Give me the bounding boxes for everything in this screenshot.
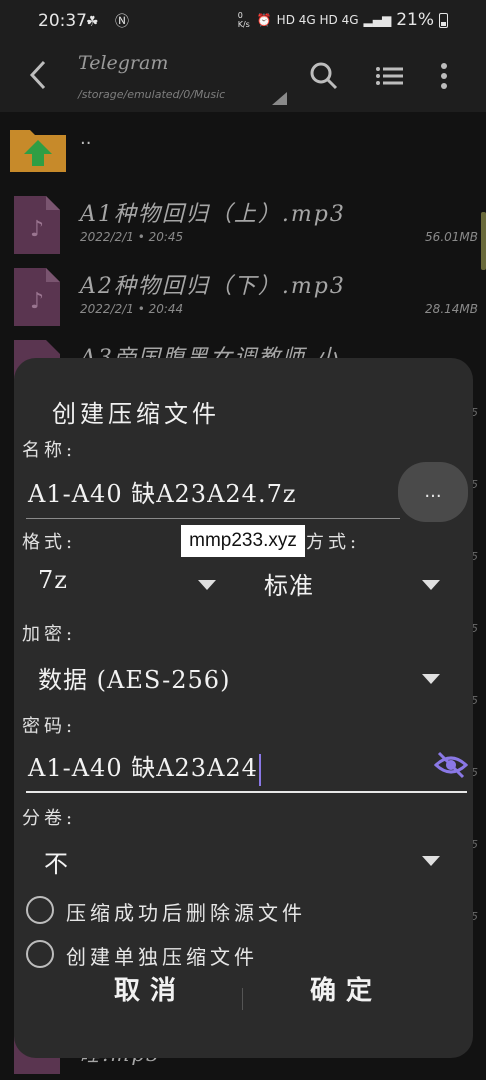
more-vert-icon[interactable]	[428, 60, 460, 92]
search-icon[interactable]	[308, 60, 340, 92]
watermark: mmp233.xyz	[181, 525, 305, 557]
chevron-down-icon	[422, 856, 440, 866]
current-path: /storage/emulated/0/Music	[78, 88, 226, 101]
status-time: 20:37	[38, 11, 87, 31]
status-indicators: 0 K/s ⏰ HD 4G HD 4G ▂▄▆ 21%	[238, 10, 448, 30]
network-indicators: HD 4G HD 4G	[276, 13, 359, 27]
signal-icon: ▂▄▆	[363, 13, 392, 27]
back-arrow-icon[interactable]	[24, 58, 54, 92]
delete-source-radio[interactable]	[26, 896, 54, 924]
method-label: 方式:	[306, 532, 361, 553]
create-archive-dialog: 创建压缩文件 名称: A1-A40 缺A23A24.7z ... 格式: 方式:…	[14, 358, 473, 1058]
file-size: 56.01MB	[425, 230, 478, 244]
visibility-off-icon[interactable]	[433, 751, 469, 779]
audio-file-icon: ♪	[14, 196, 60, 254]
alarm-icon: ⏰	[256, 13, 272, 27]
app-title: Telegram	[78, 52, 169, 74]
file-row[interactable]: ♪ A2种物回归（下）.mp3 2022/2/1 • 20:44 28.14MB	[0, 260, 486, 332]
format-value: 7z	[38, 566, 68, 594]
folder-up-icon	[8, 124, 68, 174]
chevron-down-icon	[198, 580, 216, 590]
dialog-title: 创建压缩文件	[52, 400, 220, 428]
delete-source-label: 压缩成功后删除源文件	[66, 901, 306, 925]
method-value: 标准	[264, 572, 314, 600]
separate-archive-radio[interactable]	[26, 940, 54, 968]
cancel-button[interactable]: 取消	[114, 970, 186, 1007]
status-bar: 20:37 ☘ Ⓝ 0 K/s ⏰ HD 4G HD 4G ▂▄▆ 21%	[0, 0, 486, 42]
password-input[interactable]: A1-A40 缺A23A24	[28, 748, 261, 786]
battery-icon	[439, 12, 448, 28]
notification-icons: ☘ Ⓝ	[86, 14, 136, 30]
battery-percent: 21%	[396, 10, 434, 30]
audio-file-icon: ♪	[14, 268, 60, 326]
file-row[interactable]: ♪ A1种物回归（上）.mp3 2022/2/1 • 20:45 56.01MB	[0, 188, 486, 260]
volume-label: 分卷:	[22, 808, 77, 829]
chevron-down-icon	[422, 674, 440, 684]
app-bar: Telegram /storage/emulated/0/Music	[0, 42, 486, 112]
net-speed: 0 K/s	[237, 11, 250, 29]
encryption-label: 加密:	[22, 624, 77, 645]
file-name: A2种物回归（下）.mp3	[80, 274, 346, 299]
chevron-down-icon	[422, 580, 440, 590]
file-date: 2022/2/1 • 20:45	[80, 230, 184, 244]
list-view-icon[interactable]	[374, 60, 406, 92]
confirm-button[interactable]: 确定	[310, 970, 382, 1007]
svg-text:♪: ♪	[30, 289, 44, 314]
file-size: 28.14MB	[425, 302, 478, 316]
file-date: 2022/2/1 • 20:44	[80, 302, 184, 316]
format-label: 格式:	[22, 532, 77, 553]
password-value: A1-A40 缺A23A24	[28, 754, 258, 782]
browse-button[interactable]: ...	[398, 462, 468, 522]
scrollbar-thumb[interactable]	[481, 212, 486, 270]
password-underline	[26, 791, 467, 793]
separate-archive-label: 创建单独压缩文件	[66, 945, 258, 969]
text-cursor	[258, 753, 261, 786]
path-dropdown-corner[interactable]	[272, 92, 287, 105]
name-label: 名称:	[22, 440, 77, 461]
archive-name-input[interactable]: A1-A40 缺A23A24.7z	[28, 474, 297, 509]
parent-folder-label: ..	[80, 128, 92, 149]
encryption-value: 数据 (AES-256)	[38, 666, 231, 694]
file-name: A1种物回归（上）.mp3	[80, 202, 346, 227]
password-label: 密码:	[22, 716, 77, 737]
name-underline	[26, 518, 400, 519]
parent-folder-row[interactable]: ..	[0, 112, 486, 184]
volume-value: 不	[44, 850, 69, 878]
button-divider	[242, 988, 243, 1010]
svg-text:♪: ♪	[30, 217, 44, 242]
